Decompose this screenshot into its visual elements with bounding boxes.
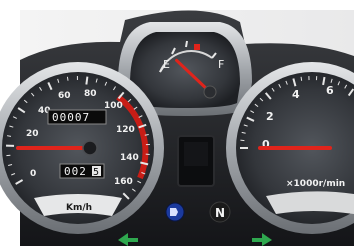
dial-tick xyxy=(85,76,89,85)
warning-light-window xyxy=(184,142,208,166)
dashboard-photo: E F 0 20 40 60 80 100 120 140 160 00007 … xyxy=(0,0,354,246)
neutral-indicator: N xyxy=(209,201,231,223)
dial-tick xyxy=(6,135,12,137)
trip-value: 002 xyxy=(64,165,87,178)
speed-label: 60 xyxy=(58,91,71,101)
neutral-label: N xyxy=(215,206,225,220)
speed-label: 80 xyxy=(84,89,97,99)
speedometer: 0 20 40 60 80 100 120 140 160 00007 002 … xyxy=(0,62,164,234)
instrument-cluster: E F 0 20 40 60 80 100 120 140 160 00007 … xyxy=(0,0,354,246)
speed-label: 20 xyxy=(26,129,39,139)
rpm-label: 4 xyxy=(292,88,300,101)
speedometer-unit: Km/h xyxy=(66,203,92,213)
rpm-label: 6 xyxy=(326,84,334,97)
tachometer-plate xyxy=(266,191,354,214)
speedometer-needle-hub xyxy=(82,140,98,156)
dial-tick xyxy=(66,76,69,81)
fuel-tick xyxy=(185,40,188,48)
fuel-pump-icon xyxy=(194,44,200,50)
dial-tick xyxy=(300,76,303,81)
rpm-label: 2 xyxy=(266,110,274,123)
speed-label: 140 xyxy=(120,153,139,163)
odometer-value: 00007 xyxy=(52,111,90,124)
speed-label: 120 xyxy=(116,125,135,135)
fuel-empty-label: E xyxy=(163,58,170,71)
tachometer-unit: ×1000r/min xyxy=(286,179,345,189)
speed-label: 0 xyxy=(30,169,36,179)
fuel-needle-hub xyxy=(203,85,217,99)
trip-decimal: 5 xyxy=(93,167,99,178)
speed-label: 100 xyxy=(104,101,123,111)
speed-label: 160 xyxy=(114,177,133,187)
headlight-indicator xyxy=(165,202,185,222)
fuel-full-label: F xyxy=(218,58,224,71)
dial-tick xyxy=(322,76,326,86)
